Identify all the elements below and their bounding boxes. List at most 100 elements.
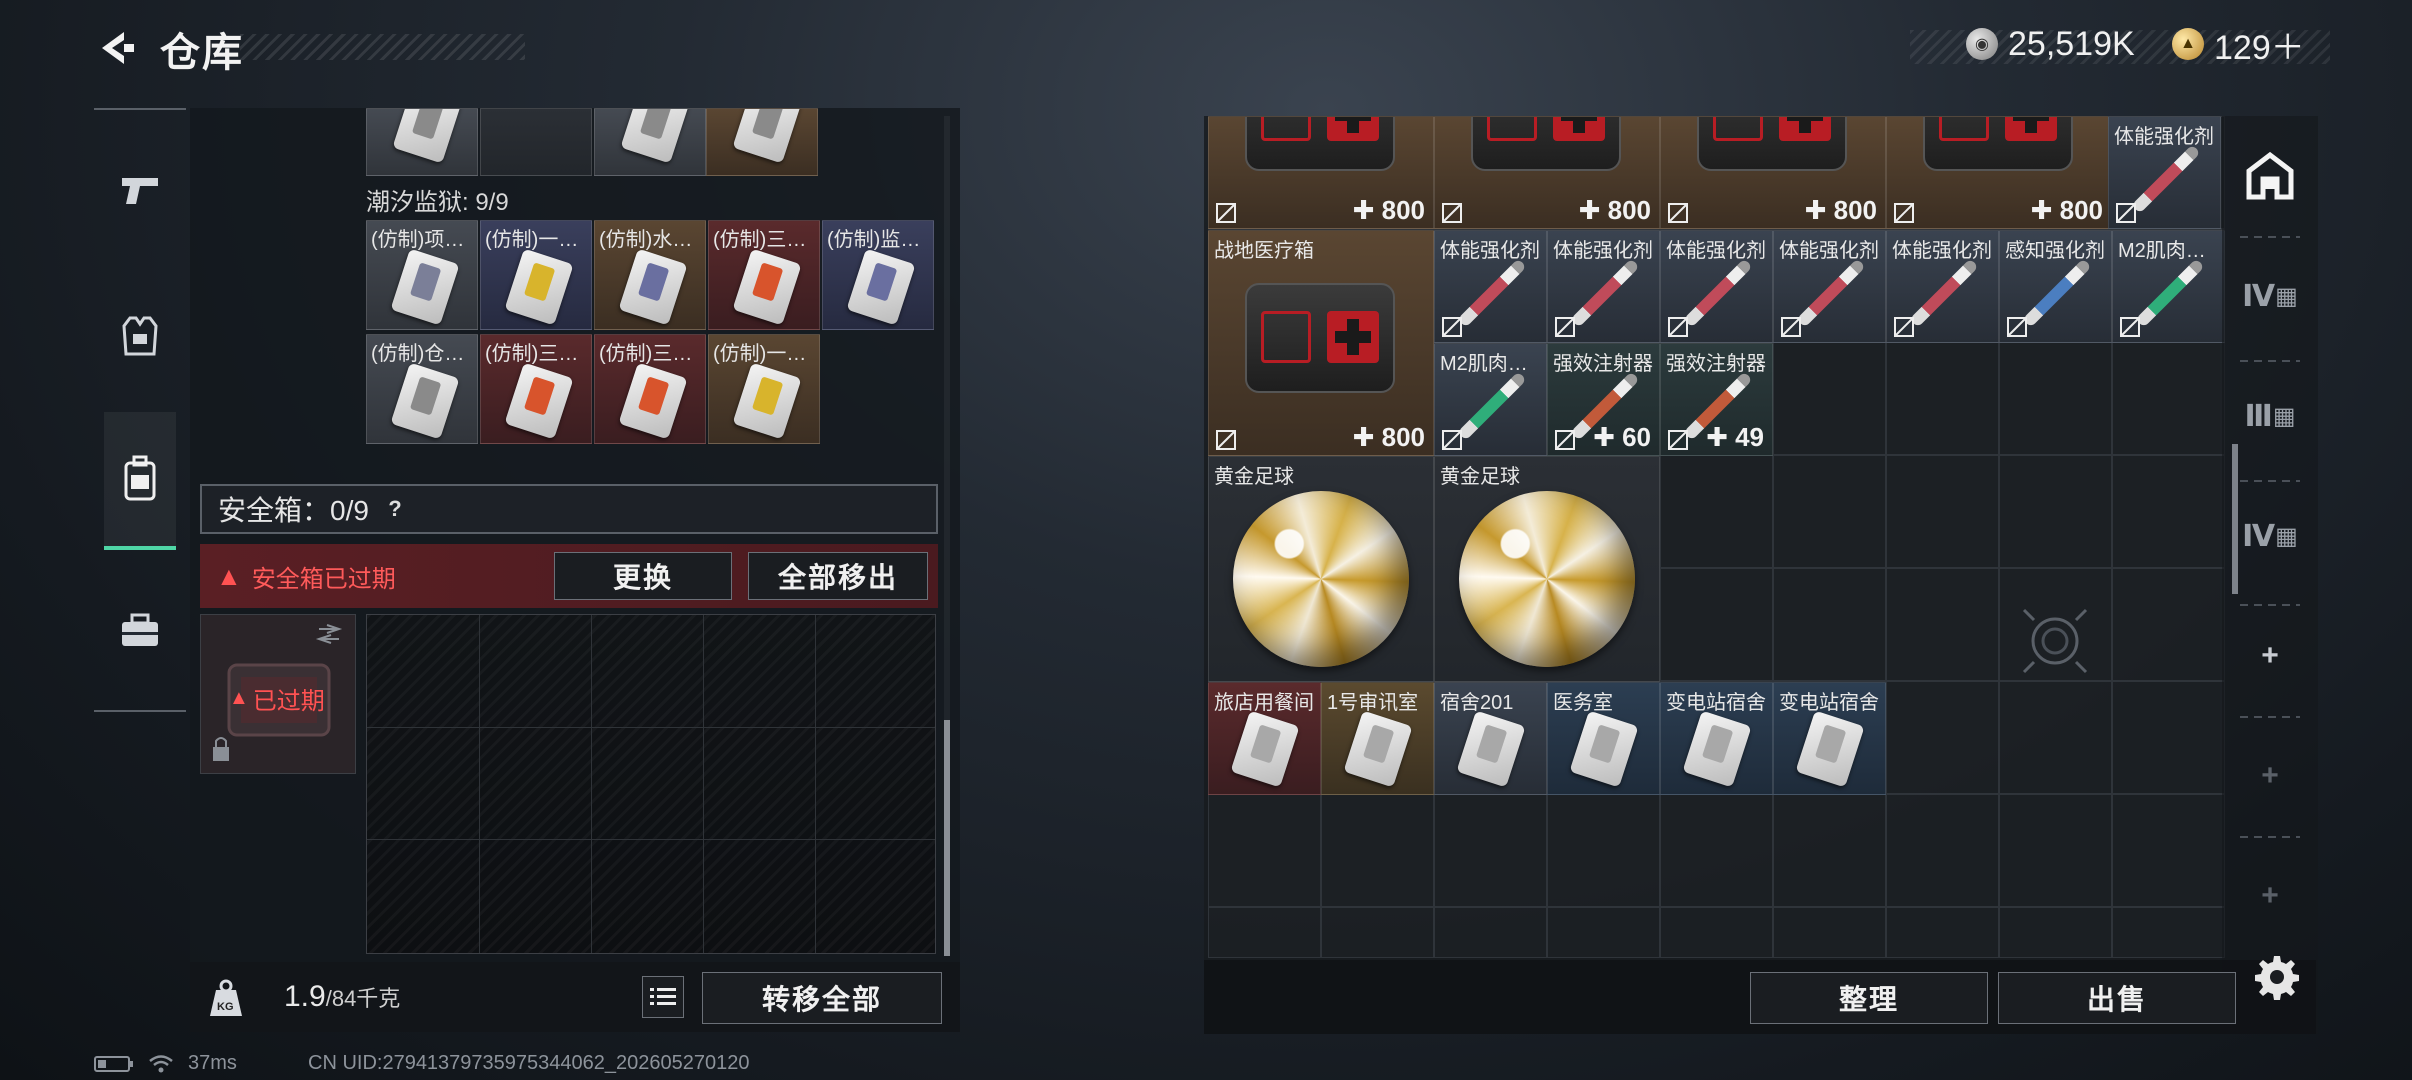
stash-item-key[interactable]: 变电站宿舍	[1773, 682, 1886, 795]
keycard-item[interactable]: (仿制)一…	[708, 334, 820, 444]
list-view-button[interactable]	[642, 976, 684, 1018]
stash-slot[interactable]	[2112, 681, 2225, 794]
silver-currency[interactable]: ◉ 25,519K	[1966, 22, 2135, 66]
keycard-item[interactable]: (仿制)项…	[366, 220, 478, 330]
replace-button[interactable]: 更换	[554, 552, 732, 600]
stash-slot[interactable]	[2112, 342, 2225, 455]
stash-tab-4[interactable]: Ⅳ ▦	[2232, 246, 2308, 346]
stash-slot[interactable]	[1999, 681, 2112, 794]
gold-currency[interactable]: ▲ 129＋	[2172, 22, 2305, 67]
stash-item-medkit[interactable]: ✚ 800	[1434, 116, 1660, 229]
stash-slot[interactable]	[1660, 794, 1773, 907]
stash-slot[interactable]	[1773, 568, 1886, 681]
left-scrollbar-thumb[interactable]	[944, 720, 950, 956]
item-card[interactable]	[706, 108, 818, 176]
stash-slot[interactable]	[1660, 568, 1773, 681]
stash-slot[interactable]	[2112, 568, 2225, 681]
keycard-item[interactable]: (仿制)监…	[822, 220, 934, 330]
stash-slot[interactable]	[1321, 907, 1434, 958]
remove-all-button[interactable]: 全部移出	[748, 552, 928, 600]
sell-button[interactable]: 出售	[1998, 972, 2236, 1024]
stash-slot[interactable]	[1886, 907, 1999, 958]
stash-slot[interactable]	[1886, 455, 1999, 568]
item-card[interactable]	[366, 108, 478, 176]
stash-slot[interactable]	[1886, 794, 1999, 907]
stash-item-syringe[interactable]: 感知强化剂	[1999, 230, 2112, 343]
stash-item-golden-ball[interactable]: 黄金足球	[1208, 456, 1434, 682]
stash-slot[interactable]	[1208, 794, 1321, 907]
empty-slot[interactable]	[480, 108, 592, 176]
safe-box-grid[interactable]	[366, 614, 936, 954]
keycard-item[interactable]: (仿制)仓…	[366, 334, 478, 444]
sidebar-item-armor[interactable]	[100, 286, 180, 386]
stash-slot[interactable]	[1999, 907, 2112, 958]
stash-item-syringe[interactable]: M2肌肉…	[1434, 343, 1547, 456]
add-stash-tab-button[interactable]: +	[2232, 726, 2308, 826]
stash-slot[interactable]	[1208, 907, 1321, 958]
stash-slot[interactable]	[2112, 907, 2225, 958]
stash-slot[interactable]	[1999, 342, 2112, 455]
stash-slot[interactable]	[1660, 455, 1773, 568]
back-button[interactable]	[92, 24, 140, 72]
stash-item-key[interactable]: 宿舍201	[1434, 682, 1547, 795]
stash-item-boost-syringe[interactable]: 强效注射器 ✚ 60	[1547, 343, 1660, 456]
stash-tab-3[interactable]: Ⅲ ▦	[2232, 366, 2308, 466]
item-card[interactable]	[594, 108, 706, 176]
stash-item-golden-ball[interactable]: 黄金足球	[1434, 456, 1660, 682]
stash-item-syringe[interactable]: 体能强化剂	[1434, 230, 1547, 343]
stash-item-medkit[interactable]: ✚ 800	[1886, 116, 2112, 229]
stash-slot[interactable]	[1660, 907, 1773, 958]
stash-item-field-medkit[interactable]: 战地医疗箱 ✚ 800	[1208, 230, 1434, 456]
safe-box-slot[interactable]: ▲ 已过期	[200, 614, 356, 774]
stash-item-key[interactable]: 医务室	[1547, 682, 1660, 795]
stash-slot[interactable]	[2112, 794, 2225, 907]
settings-button[interactable]	[2252, 952, 2302, 1002]
stash-item-syringe[interactable]: 体能强化剂	[1660, 230, 1773, 343]
stash-item-syringe[interactable]: 体能强化剂	[2108, 116, 2221, 229]
stash-slot[interactable]	[1434, 794, 1547, 907]
stash-item-medkit[interactable]: ✚ 800	[1660, 116, 1886, 229]
stash-item-syringe[interactable]: 体能强化剂	[1886, 230, 1999, 343]
add-stash-tab-button[interactable]: +	[2232, 606, 2308, 706]
stash-item-syringe[interactable]: 体能强化剂	[1773, 230, 1886, 343]
stash-slot[interactable]	[1547, 794, 1660, 907]
stash-slot[interactable]	[1773, 794, 1886, 907]
stash-item-key[interactable]: 旅店用餐间	[1208, 682, 1321, 795]
help-icon[interactable]: ?	[381, 495, 409, 523]
sort-button[interactable]: 整理	[1750, 972, 1988, 1024]
stash-slot[interactable]	[1773, 455, 1886, 568]
stash-item-boost-syringe[interactable]: 强效注射器 ✚ 49	[1660, 343, 1773, 456]
medkit-icon	[1245, 117, 1395, 171]
stash-item-medkit[interactable]: ✚ 800	[1208, 116, 1434, 229]
stash-slot[interactable]	[1886, 342, 1999, 455]
transfer-all-button[interactable]: 转移全部	[702, 972, 942, 1024]
stash-item-key[interactable]: 变电站宿舍	[1660, 682, 1773, 795]
sidebar-item-weapon[interactable]	[100, 140, 180, 240]
stash-slot[interactable]	[2112, 455, 2225, 568]
keycard-item[interactable]: (仿制)三…	[480, 334, 592, 444]
folder-add-icon: ▦	[2275, 522, 2298, 550]
stash-tab-4b[interactable]: Ⅳ ▦	[2232, 486, 2308, 586]
stash-slot[interactable]	[1999, 794, 2112, 907]
keycard-item[interactable]: (仿制)水…	[594, 220, 706, 330]
stash-slot[interactable]	[1773, 342, 1886, 455]
add-stash-tab-button[interactable]: +	[2232, 846, 2308, 946]
stash-item-syringe[interactable]: M2肌肉…	[2112, 230, 2225, 343]
sidebar-item-backpack[interactable]	[104, 412, 176, 550]
sidebar-item-case[interactable]	[100, 580, 180, 680]
right-scrollbar[interactable]	[2232, 444, 2238, 594]
keycard-item[interactable]: (仿制)一…	[480, 220, 592, 330]
keycard-item[interactable]: (仿制)三…	[708, 220, 820, 330]
stash-slot[interactable]	[1886, 568, 1999, 681]
stash-slot[interactable]	[1434, 907, 1547, 958]
stash-slot[interactable]	[1547, 907, 1660, 958]
stash-item-syringe[interactable]: 体能强化剂	[1547, 230, 1660, 343]
item-count: ✚ 49	[1706, 422, 1764, 452]
stash-slot[interactable]	[1773, 907, 1886, 958]
stash-slot[interactable]	[1999, 455, 2112, 568]
keycard-item[interactable]: (仿制)三…	[594, 334, 706, 444]
stash-slot[interactable]	[1886, 681, 1999, 794]
stash-slot[interactable]	[1321, 794, 1434, 907]
stash-item-key[interactable]: 1号审讯室	[1321, 682, 1434, 795]
stash-tab-main[interactable]	[2232, 126, 2308, 226]
